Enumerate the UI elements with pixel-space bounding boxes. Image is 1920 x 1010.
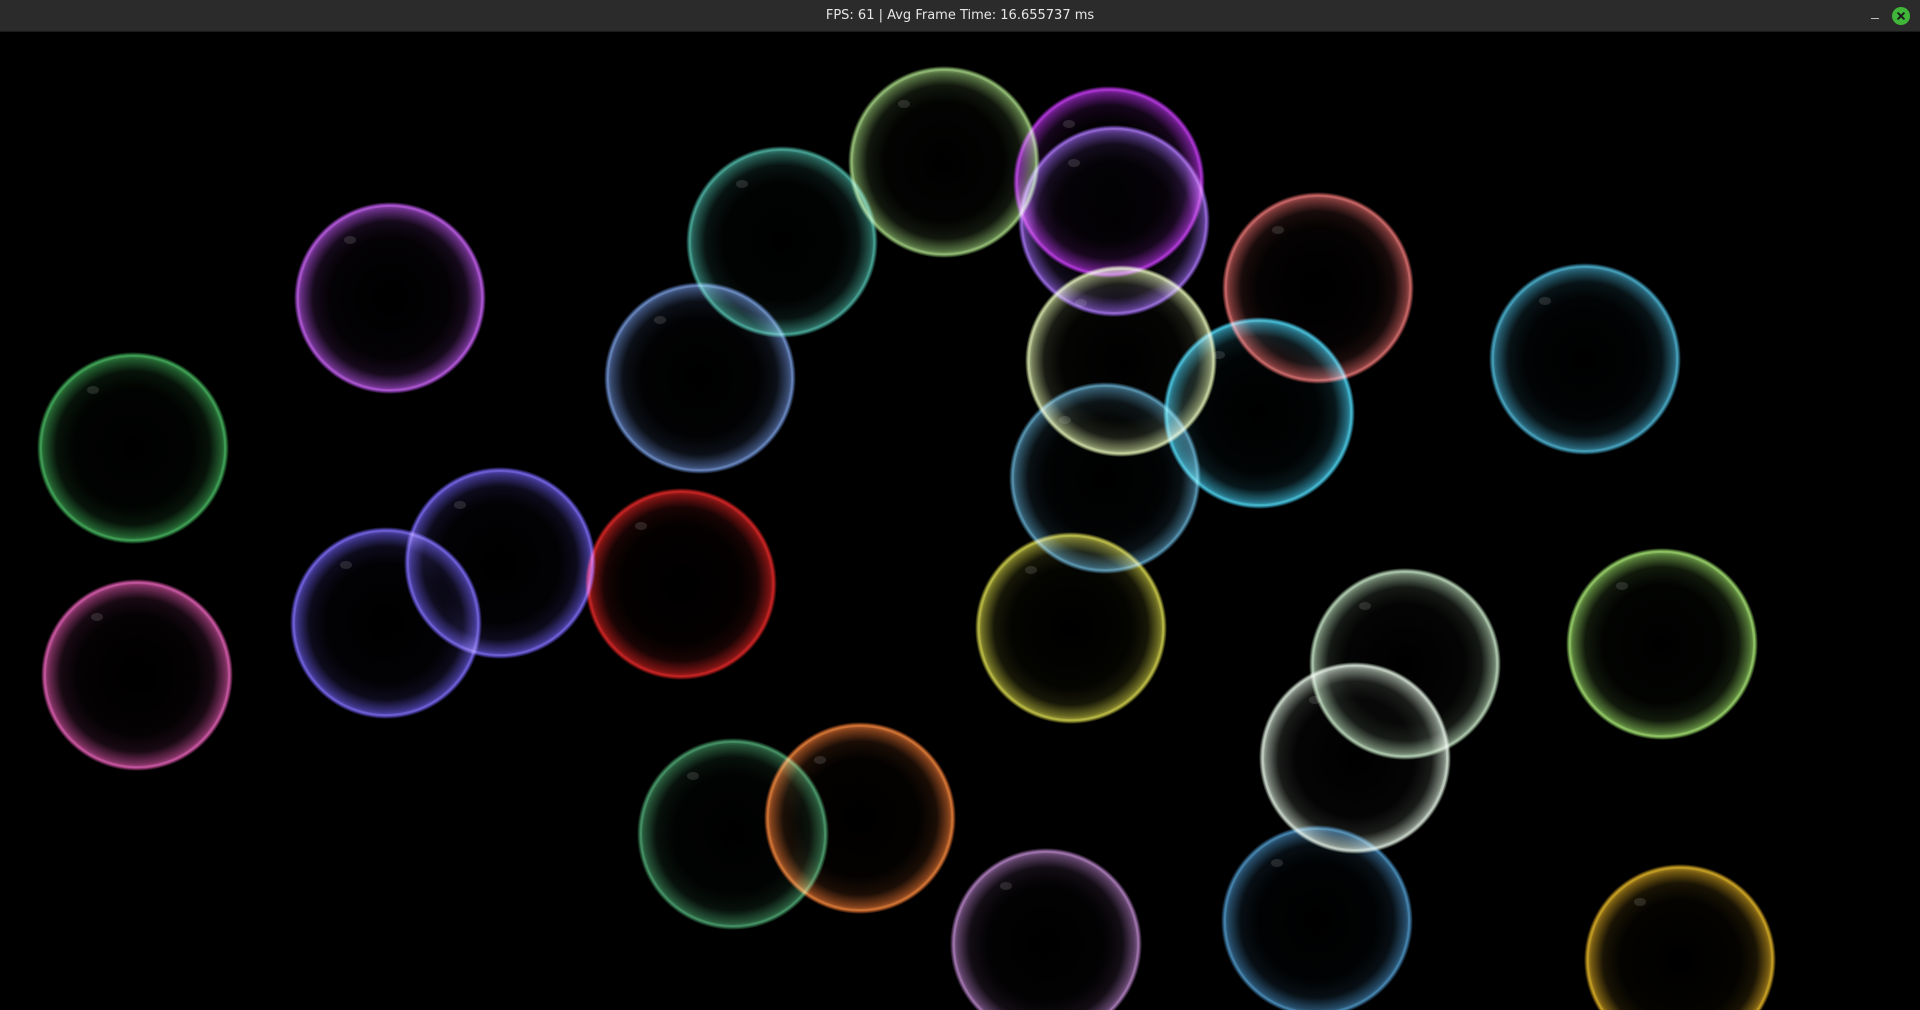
bubble xyxy=(848,66,1040,258)
bubble-highlight xyxy=(635,522,647,530)
bubble-highlight xyxy=(91,613,103,621)
bubble xyxy=(1489,263,1681,455)
window-title: FPS: 61 | Avg Frame Time: 16.655737 ms xyxy=(825,8,1095,23)
bubble-highlight xyxy=(1309,696,1321,704)
bubble xyxy=(1221,825,1413,1010)
bubble xyxy=(1584,864,1776,1010)
bubble xyxy=(585,488,777,680)
bubble xyxy=(1566,548,1758,740)
bubble-body xyxy=(1489,263,1681,455)
bubble-body xyxy=(585,488,777,680)
bubble-highlight xyxy=(454,501,466,509)
bubble-highlight xyxy=(1616,582,1628,590)
bubble-highlight xyxy=(1000,882,1012,890)
bubble-body xyxy=(950,848,1142,1010)
bubble-highlight xyxy=(736,180,748,188)
bubble-highlight xyxy=(654,316,666,324)
bubble xyxy=(764,722,956,914)
bubble-body xyxy=(975,532,1167,724)
title-bar[interactable]: FPS: 61 | Avg Frame Time: 16.655737 ms xyxy=(0,0,1920,32)
bubble-highlight xyxy=(1025,566,1037,574)
bubble-highlight xyxy=(340,561,352,569)
bubble-highlight xyxy=(687,772,699,780)
bubble-highlight xyxy=(1075,299,1087,307)
bubble-body xyxy=(404,467,596,659)
bubble xyxy=(41,579,233,771)
bubble-highlight xyxy=(1539,297,1551,305)
bubble-highlight xyxy=(344,236,356,244)
close-icon[interactable] xyxy=(1892,7,1910,25)
bubble-highlight xyxy=(1059,416,1071,424)
bubble-highlight xyxy=(1359,602,1371,610)
bubble-highlight xyxy=(814,756,826,764)
bubble-body xyxy=(37,352,229,544)
bubble-highlight xyxy=(1213,351,1225,359)
bubble-highlight xyxy=(898,100,910,108)
bubble-body xyxy=(1566,548,1758,740)
bubble xyxy=(1259,662,1451,854)
bubble-highlight xyxy=(1634,898,1646,906)
bubble-body xyxy=(1221,825,1413,1010)
bubble-highlight xyxy=(1063,120,1075,128)
bubble-body xyxy=(1584,864,1776,1010)
render-canvas[interactable] xyxy=(0,32,1920,1010)
bubble-highlight xyxy=(1068,159,1080,167)
bubble-highlight xyxy=(1272,226,1284,234)
bubble xyxy=(950,848,1142,1010)
minimize-icon[interactable] xyxy=(1866,7,1884,25)
bubble-body xyxy=(294,202,486,394)
bubble-body xyxy=(41,579,233,771)
bubble xyxy=(37,352,229,544)
bubble-body xyxy=(848,66,1040,258)
bubble xyxy=(404,467,596,659)
bubble-highlight xyxy=(1271,859,1283,867)
bubble-body xyxy=(764,722,956,914)
app-window: FPS: 61 | Avg Frame Time: 16.655737 ms xyxy=(0,0,1920,1010)
bubble-scene xyxy=(37,66,1776,1010)
bubble-body xyxy=(1259,662,1451,854)
bubble xyxy=(975,532,1167,724)
bubble-highlight xyxy=(87,386,99,394)
bubble xyxy=(294,202,486,394)
